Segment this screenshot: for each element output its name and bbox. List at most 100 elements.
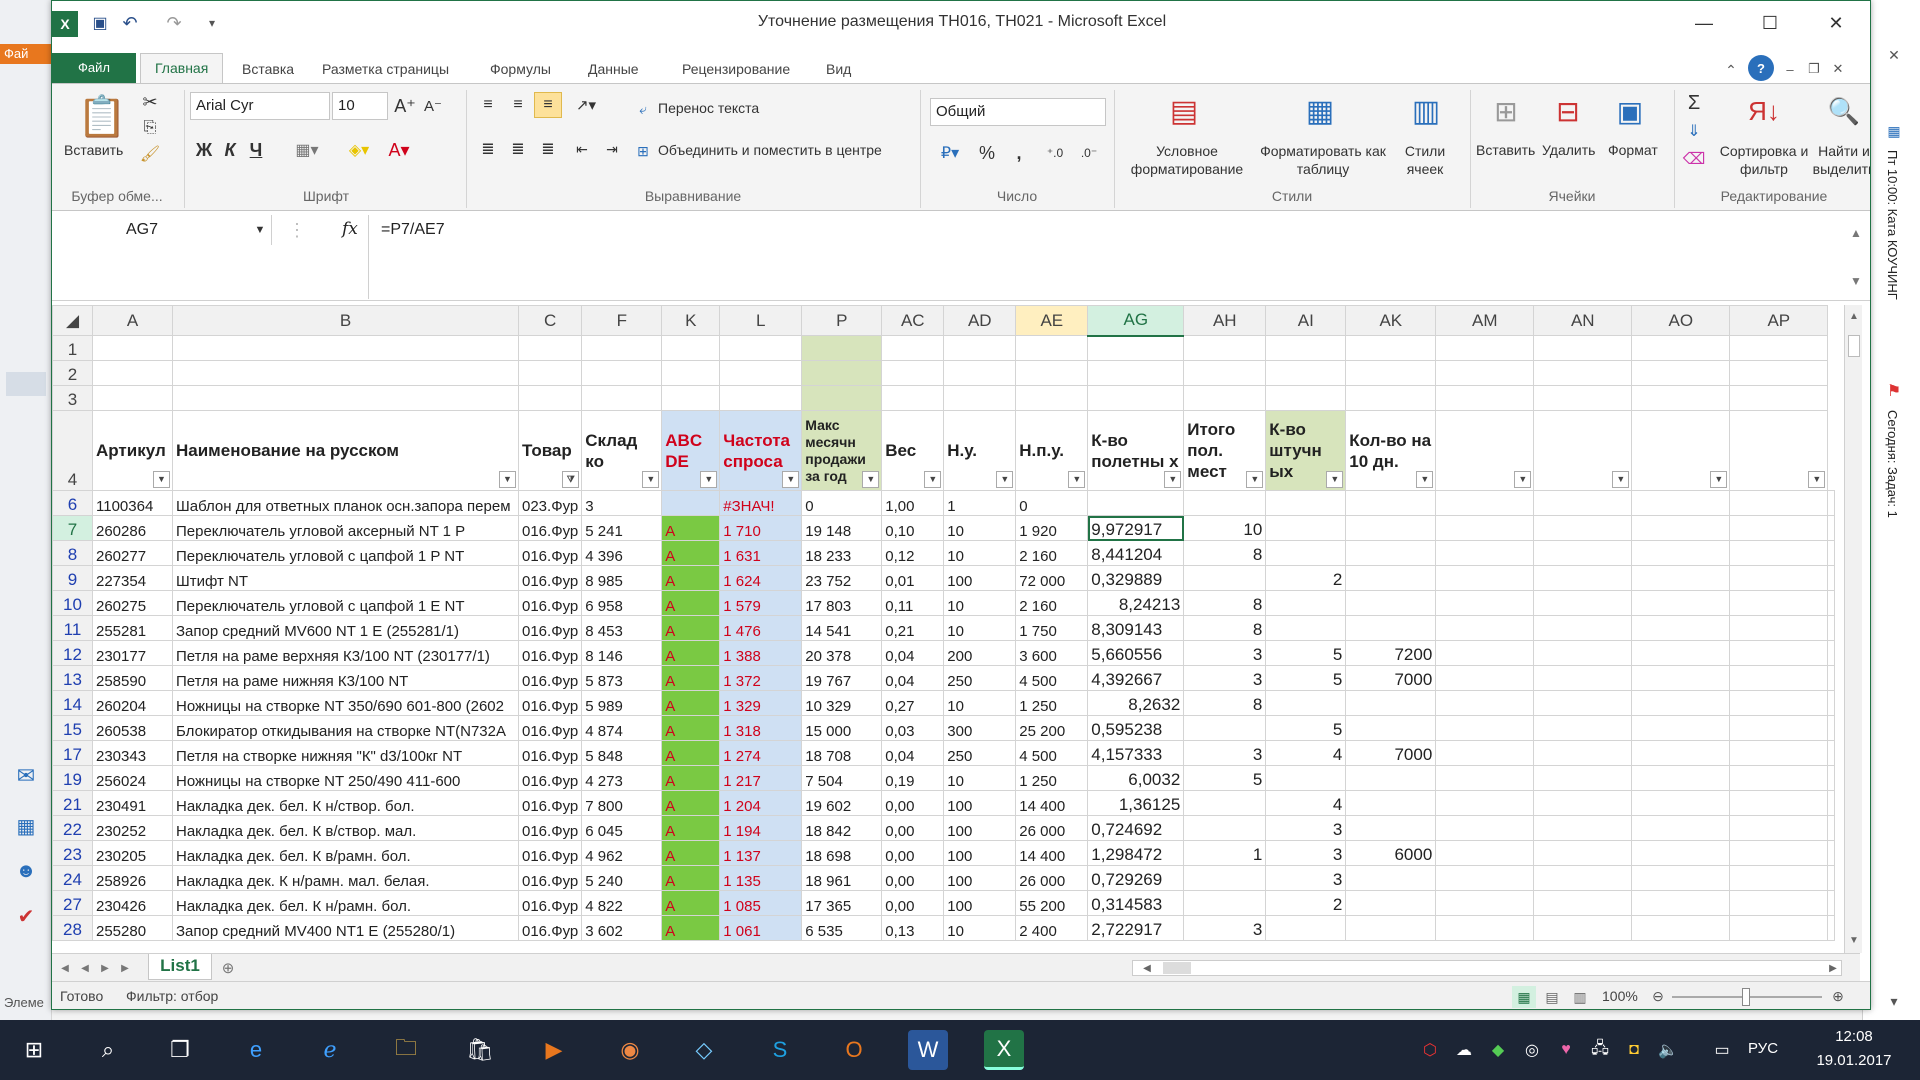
edge-icon[interactable]: e: [236, 1030, 276, 1070]
bg-file-tab[interactable]: Фай: [0, 44, 52, 64]
cell-empty[interactable]: [1435, 715, 1535, 741]
format-painter-icon[interactable]: 🖌: [138, 142, 162, 166]
cell-styles-button[interactable]: Стили ячеек: [1390, 142, 1460, 178]
prev-sheet-icon[interactable]: ◀: [76, 958, 94, 978]
vertical-scrollbar[interactable]: ▲ ▼: [1844, 305, 1862, 953]
cell-ah[interactable]: [1183, 815, 1267, 841]
help-icon[interactable]: ?: [1748, 55, 1774, 81]
cell-ak[interactable]: [1345, 690, 1437, 716]
cell-ai[interactable]: [1265, 690, 1347, 716]
column-header[interactable]: AM: [1435, 305, 1535, 336]
cell-ac[interactable]: 0,00: [881, 840, 945, 866]
cell-l[interactable]: 1 137: [719, 840, 803, 866]
filter-dropdown-icon[interactable]: ▼: [1612, 471, 1630, 488]
tab-review[interactable]: Рецензирование: [668, 55, 804, 83]
cell-ac[interactable]: 0,00: [881, 815, 945, 841]
cell-ac[interactable]: 0,13: [881, 915, 945, 941]
cell-p[interactable]: 0: [801, 490, 883, 516]
cell-p[interactable]: 17 365: [801, 890, 883, 916]
cell-empty[interactable]: [1435, 640, 1535, 666]
cell-ad[interactable]: 1: [943, 490, 1017, 516]
column-header[interactable]: AD: [943, 305, 1017, 336]
cell-ad[interactable]: 100: [943, 840, 1017, 866]
row-header[interactable]: 15: [52, 715, 93, 741]
row-header[interactable]: 7: [52, 515, 93, 541]
cell-ae[interactable]: 2 160: [1015, 590, 1089, 616]
cell-ae[interactable]: 1 250: [1015, 765, 1089, 791]
cell-k[interactable]: A: [661, 740, 721, 766]
cell-l[interactable]: 1 579: [719, 590, 803, 616]
cell-ag[interactable]: [1087, 490, 1185, 516]
cell-ak[interactable]: [1345, 765, 1437, 791]
cell-l[interactable]: 1 624: [719, 565, 803, 591]
cell-a[interactable]: 230491: [92, 790, 173, 816]
cell-ai[interactable]: [1265, 540, 1347, 566]
close-icon[interactable]: ✕: [1883, 44, 1905, 66]
scroll-left-icon[interactable]: ◀: [1140, 960, 1154, 976]
copy-icon[interactable]: ⎘: [138, 116, 162, 140]
format-as-table-button[interactable]: Форматировать как таблицу: [1258, 142, 1388, 178]
column-header[interactable]: C: [517, 305, 583, 336]
cell-k[interactable]: A: [661, 640, 721, 666]
save-icon[interactable]: ▣: [88, 11, 112, 35]
header-cell[interactable]: Н.у. ▼: [943, 410, 1017, 491]
row-header[interactable]: 6: [52, 490, 93, 516]
cell-ah[interactable]: 3: [1183, 665, 1267, 691]
cell-p[interactable]: 18 961: [801, 865, 883, 891]
cell-empty[interactable]: [1631, 915, 1731, 941]
cell-p[interactable]: 18 233: [801, 540, 883, 566]
cell-b[interactable]: Накладка дек. бел. К н/рамн. бол.: [172, 890, 519, 916]
cell-ac[interactable]: 0,00: [881, 865, 945, 891]
cell-l[interactable]: 1 204: [719, 790, 803, 816]
find-select-button[interactable]: Найти и выделить: [1812, 142, 1870, 178]
cell-empty[interactable]: [1827, 615, 1836, 641]
cell-ag[interactable]: 4,392667: [1087, 665, 1185, 691]
cell-ad[interactable]: 10: [943, 765, 1017, 791]
cell-ac[interactable]: 0,04: [881, 740, 945, 766]
cell-a[interactable]: 260286: [92, 515, 173, 541]
fx-icon[interactable]: fx: [342, 219, 358, 239]
cell-b[interactable]: Переключатель угловой аксерный NT 1 P: [172, 515, 519, 541]
row-header[interactable]: 11: [52, 615, 93, 641]
cell-ah[interactable]: 3: [1183, 740, 1267, 766]
cell-ae[interactable]: 0: [1015, 490, 1089, 516]
cell-empty[interactable]: [1827, 515, 1836, 541]
cell-empty[interactable]: [1827, 490, 1836, 516]
cell-empty[interactable]: [1435, 765, 1535, 791]
cell-c[interactable]: 016.Фур: [517, 790, 583, 816]
paste-icon[interactable]: 📋: [72, 90, 132, 142]
row-header[interactable]: 3: [52, 385, 93, 411]
cell-ak[interactable]: [1345, 615, 1437, 641]
cell-empty[interactable]: [1533, 515, 1633, 541]
cell-f[interactable]: 6 958: [581, 590, 663, 616]
cell-ac[interactable]: 1,00: [881, 490, 945, 516]
cell-empty[interactable]: [1729, 615, 1829, 641]
tab-data[interactable]: Данные: [574, 55, 653, 83]
sheet-tab-list1[interactable]: List1: [148, 954, 212, 980]
cell-ai[interactable]: [1265, 515, 1347, 541]
select-all-corner[interactable]: ◢: [52, 305, 93, 336]
cell-ah[interactable]: [1183, 890, 1267, 916]
sort-filter-button[interactable]: Сортировка и фильтр: [1716, 142, 1812, 178]
cell-empty[interactable]: [1827, 815, 1836, 841]
cell-empty[interactable]: [1631, 890, 1731, 916]
cell-ai[interactable]: 3: [1265, 815, 1347, 841]
cell-ae[interactable]: 1 250: [1015, 690, 1089, 716]
close-button[interactable]: ✕: [1802, 1, 1870, 45]
cell-p[interactable]: 15 000: [801, 715, 883, 741]
cell-empty[interactable]: [1729, 815, 1829, 841]
filter-dropdown-icon[interactable]: ▼: [642, 471, 660, 488]
zoom-slider-thumb[interactable]: [1742, 988, 1750, 1006]
cell-ac[interactable]: 0,10: [881, 515, 945, 541]
cell-l[interactable]: 1 318: [719, 715, 803, 741]
cell-empty[interactable]: [1435, 665, 1535, 691]
cell-empty[interactable]: [1827, 715, 1836, 741]
cell-empty[interactable]: [1533, 740, 1633, 766]
cell-f[interactable]: 8 985: [581, 565, 663, 591]
cell-ag[interactable]: 6,0032: [1087, 765, 1185, 791]
header-cell[interactable]: Частота спроса ▼: [719, 410, 803, 491]
filter-dropdown-icon[interactable]: ▼: [1326, 471, 1344, 488]
cell-l[interactable]: 1 372: [719, 665, 803, 691]
cell-empty[interactable]: [1631, 640, 1731, 666]
column-header[interactable]: AN: [1533, 305, 1633, 336]
